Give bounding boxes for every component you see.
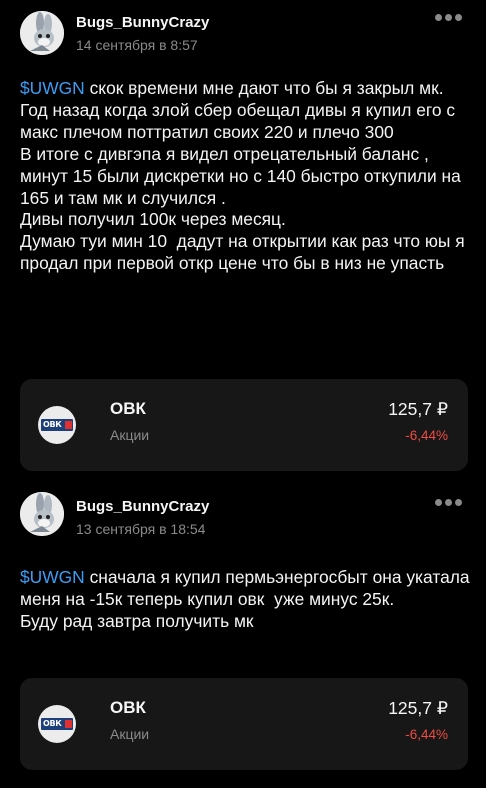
instrument-type: Акции [110, 427, 150, 443]
instrument-change: -6,44% [405, 727, 448, 742]
instrument-name: ОВК [110, 399, 146, 418]
post-body: сначала я купил пермьэнергосбыт она укат… [20, 567, 470, 631]
bunny-avatar-icon [20, 492, 64, 536]
post-text: $UWGN скок времени мне дают что бы я зак… [20, 78, 470, 275]
instrument-price: 125,7 ₽ [388, 698, 448, 718]
more-dots-icon[interactable] [435, 499, 465, 509]
logo-text: ОВК [43, 719, 62, 728]
instrument-change: -6,44% [405, 428, 448, 443]
post-date: 14 сентября в 8:57 [76, 37, 198, 53]
more-dots-icon[interactable] [435, 14, 465, 24]
ticker-link[interactable]: $UWGN [20, 567, 85, 587]
author-avatar[interactable] [20, 11, 64, 55]
author-name[interactable]: Bugs_BunnyCrazy [76, 14, 209, 31]
logo-text: ОВК [43, 420, 62, 429]
instrument-card[interactable]: ОВК ОВК Акции 125,7 ₽ -6,44% [20, 678, 468, 770]
post-date: 13 сентября в 18:54 [76, 521, 206, 537]
post-body: скок времени мне дают что бы я закрыл мк… [20, 78, 465, 274]
instrument-type: Акции [110, 726, 150, 742]
author-name[interactable]: Bugs_BunnyCrazy [76, 498, 209, 515]
ovk-logo: ОВК [38, 705, 76, 743]
author-avatar[interactable] [20, 492, 64, 536]
bunny-avatar-icon [20, 11, 64, 55]
instrument-name: ОВК [110, 698, 146, 717]
ovk-logo: ОВК [38, 406, 76, 444]
post-text: $UWGN сначала я купил пермьэнергосбыт он… [20, 567, 470, 633]
instrument-card[interactable]: ОВК ОВК Акции 125,7 ₽ -6,44% [20, 379, 468, 471]
ticker-link[interactable]: $UWGN [20, 78, 85, 98]
instrument-price: 125,7 ₽ [388, 399, 448, 419]
